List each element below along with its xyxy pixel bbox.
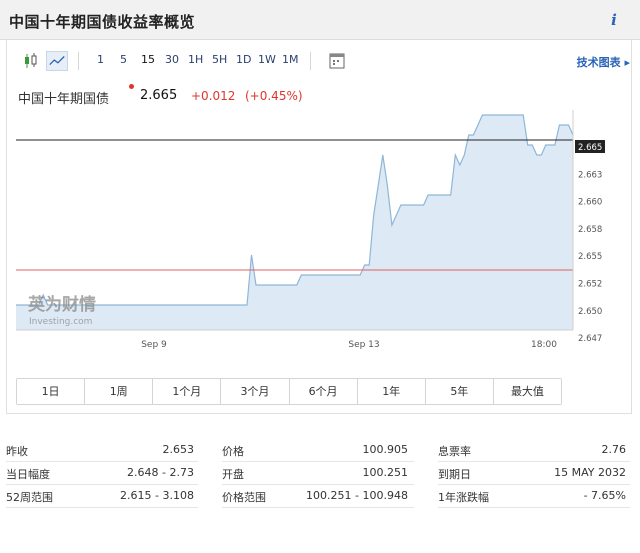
stat-label: 开盘 [222,468,244,481]
stat-label: 价格 [222,445,244,458]
range-selector: 1日 1周 1个月 3个月 6个月 1年 5年 最大值 [16,378,562,405]
calendar-icon[interactable] [326,51,348,71]
timeframe-1h[interactable]: 1H [188,53,203,66]
price-chart[interactable]: 2.665 2.663 2.660 2.658 2.655 2.652 2.650 2.647… [16,110,616,358]
stat-value: 100.905 [362,443,409,456]
row-divider [222,507,414,508]
timeframe-1w[interactable]: 1W [258,53,276,66]
row-divider [6,461,198,462]
row-divider [438,507,630,508]
stats-row: 当日幅度 2.648 - 2.73 开盘 100.251 到期日 15 MAY … [0,463,640,485]
y-tick-label: 2.660 [578,198,602,208]
price-change: +0.012 [191,89,236,103]
stat-value: 2.76 [601,443,627,456]
stat-value: 2.653 [162,443,195,456]
stat-label: 当日幅度 [6,468,50,481]
line-chart-icon[interactable] [46,51,68,71]
row-divider [6,507,198,508]
range-1y-button[interactable]: 1年 [357,379,426,404]
y-tick-label: 2.650 [578,307,602,317]
stat-label: 昨收 [6,445,28,458]
x-tick-label: 18:00 [531,340,557,350]
timeframe-5h[interactable]: 5H [212,53,227,66]
stat-value: 100.251 [362,466,409,479]
row-divider [438,461,630,462]
stat-value: - 7.65% [583,489,626,502]
y-tick-label: 2.652 [578,280,602,290]
y-tick-label: 2.663 [578,170,602,180]
toolbar-divider [78,52,79,70]
price-change-percent: (+0.45%) [245,89,303,103]
stats-row: 52周范围 2.615 - 3.108 价格范围 100.251 - 100.9… [0,486,640,508]
x-tick-label: Sep 9 [141,340,167,350]
candlestick-icon[interactable] [20,51,42,71]
live-indicator-dot [129,84,134,89]
range-6m-button[interactable]: 6个月 [289,379,358,404]
stat-label: 息票率 [438,445,471,458]
stat-value: 15 MAY 2032 [554,466,626,479]
timeframe-1[interactable]: 1 [97,53,104,66]
y-tick-label: 2.665 [578,143,602,153]
watermark-subtext: Investing.com [29,317,92,327]
y-tick-label: 2.658 [578,225,602,235]
watermark-logo: 英为财情 [28,294,96,315]
stats-table: 昨收 2.653 价格 100.905 息票率 2.76 当日幅度 2.648 … [0,440,640,553]
stat-value: 100.251 - 100.948 [306,489,408,502]
stat-label: 52周范围 [6,491,53,504]
timeframe-30[interactable]: 30 [165,53,179,66]
x-tick-label: Sep 13 [348,340,379,350]
timeframe-1m[interactable]: 1M [282,53,299,66]
timeframe-1d[interactable]: 1D [236,53,251,66]
last-price: 2.665 [140,88,178,103]
instrument-name: 中国十年期国债 [18,92,110,107]
stats-row: 昨收 2.653 价格 100.905 息票率 2.76 [0,440,640,462]
title-bar: 中国十年期国债收益率概览 i [0,0,640,40]
stat-label: 到期日 [438,468,471,481]
range-1d-button[interactable]: 1日 [17,379,86,404]
y-tick-label: 2.647 [578,334,602,344]
stat-value: 2.615 - 3.108 [120,489,194,502]
row-divider [6,484,198,485]
timeframe-5[interactable]: 5 [120,53,127,66]
advanced-chart-link[interactable]: 技术图表 ▸ [577,54,630,70]
row-divider [222,461,414,462]
stat-value: 2.648 - 2.73 [127,466,194,479]
timeframe-15[interactable]: 15 [141,53,155,66]
page-title: 中国十年期国债收益率概览 [9,13,196,31]
row-divider [222,484,414,485]
chart-toolbar: 1 5 15 30 1H 5H 1D 1W 1M 技术图表 ▸ [16,48,632,74]
row-divider [438,484,630,485]
range-max-button[interactable]: 最大值 [493,379,561,404]
stat-label: 1年涨跌幅 [438,491,489,504]
range-5y-button[interactable]: 5年 [425,379,494,404]
toolbar-divider [310,52,311,70]
range-1w-button[interactable]: 1周 [85,379,154,404]
y-tick-label: 2.655 [578,252,602,262]
range-3m-button[interactable]: 3个月 [221,379,290,404]
info-icon[interactable]: i [606,11,622,29]
stat-label: 价格范围 [222,491,266,504]
range-1m-button[interactable]: 1个月 [153,379,222,404]
